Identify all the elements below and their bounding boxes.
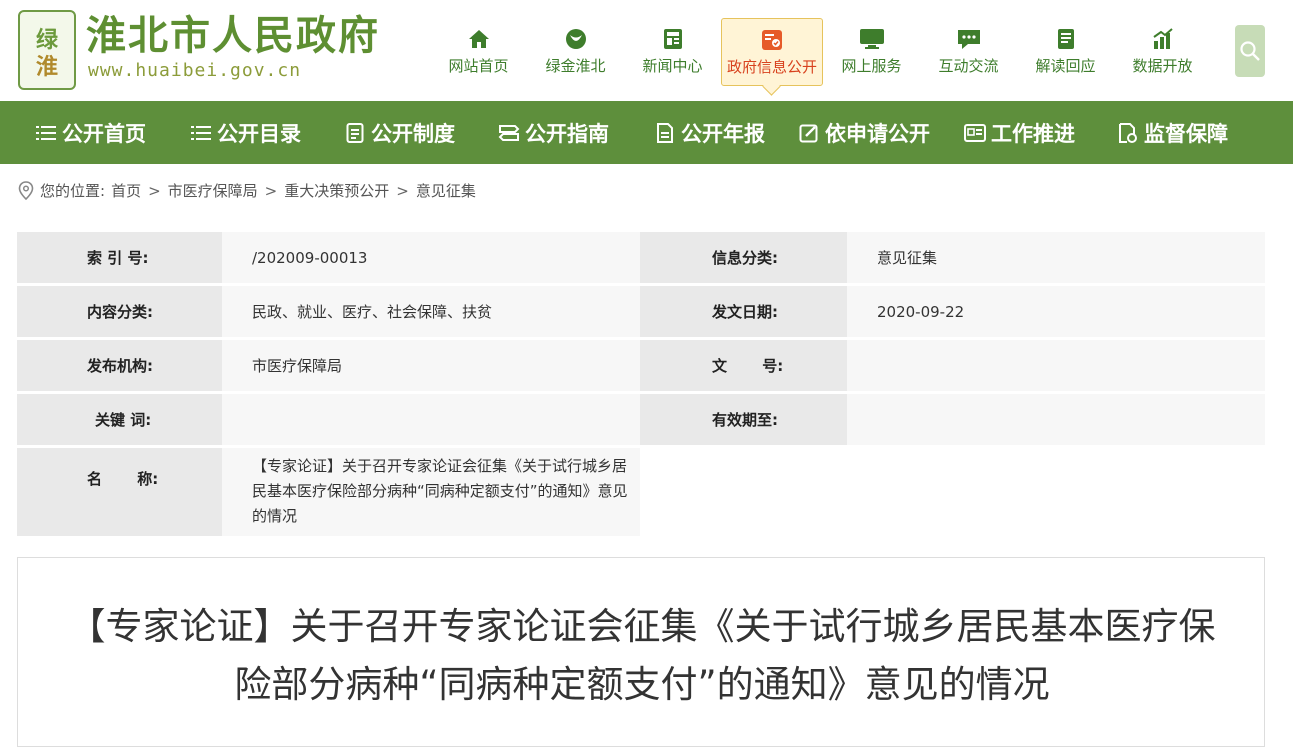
mainnav-open-guide[interactable]: 公开指南 <box>498 101 609 164</box>
mainnav-work-progress-label: 工作推进 <box>991 121 1075 146</box>
mainnav-open-catalog-label: 公开目录 <box>217 121 301 146</box>
info-row: 名 称: 【专家论证】关于召开专家论证会征集《关于试行城乡居民基本医疗保险部分病… <box>17 448 1265 536</box>
document-icon <box>344 122 366 144</box>
list-icon <box>190 122 212 144</box>
info-row: 发布机构: 市医疗保障局 文 号: <box>17 340 1265 394</box>
doc-number-label: 文 号: <box>640 340 847 391</box>
site-title[interactable]: 淮北市人民政府 <box>86 10 380 62</box>
article-title: 【专家论证】关于召开专家论证会征集《关于试行城乡居民基本医疗保险部分病种“同病种… <box>68 605 1216 706</box>
shield-doc-icon <box>1117 122 1139 144</box>
info-row: 索 引 号: /202009-00013 信息分类: 意见征集 <box>17 232 1265 286</box>
topnav-news-label: 新闻中心 <box>642 57 703 75</box>
info-row: 内容分类: 民政、就业、医疗、社会保障、扶贫 发文日期: 2020-09-22 <box>17 286 1265 340</box>
breadcrumb-prefix: 您的位置: <box>40 182 106 200</box>
topnav-gov-info-label: 政府信息公开 <box>726 58 817 76</box>
index-number-label: 索 引 号: <box>17 232 222 283</box>
topnav-interaction-label: 互动交流 <box>938 57 999 75</box>
topnav-lvjin[interactable]: 绿金淮北 <box>527 18 624 86</box>
breadcrumb-home[interactable]: 首页 <box>111 180 141 201</box>
issue-date-value: 2020-09-22 <box>847 286 1265 337</box>
edit-icon <box>798 122 820 144</box>
topnav-online-service-label: 网上服务 <box>841 57 902 75</box>
breadcrumb-opinion-collection[interactable]: 意见征集 <box>416 180 476 201</box>
search-icon <box>1240 41 1260 61</box>
topnav-interpret[interactable]: 解读回应 <box>1017 18 1114 86</box>
home-icon <box>466 26 492 52</box>
article-container: 【专家论证】关于召开专家论证会征集《关于试行城乡居民基本医疗保险部分病种“同病种… <box>17 557 1265 747</box>
topnav-home-label: 网站首页 <box>448 57 509 75</box>
mainnav-apply-disclosure[interactable]: 依申请公开 <box>798 101 930 164</box>
topnav-online-service[interactable]: 网上服务 <box>823 18 920 86</box>
topnav-interaction[interactable]: 互动交流 <box>920 18 1017 86</box>
publisher-value: 市医疗保障局 <box>222 340 640 391</box>
svg-text:绿: 绿 <box>36 27 59 53</box>
keywords-label: 关键 词: <box>17 394 222 445</box>
book-icon <box>1053 26 1079 52</box>
mainnav-open-catalog[interactable]: 公开目录 <box>190 101 301 164</box>
signpost-icon <box>498 122 520 144</box>
breadcrumb-separator: > <box>148 181 161 200</box>
content-category-label: 内容分类: <box>17 286 222 337</box>
doc-number-value <box>847 340 1265 391</box>
news-icon <box>660 26 686 52</box>
info-category-value: 意见征集 <box>847 232 1265 283</box>
mainnav-apply-disclosure-label: 依申请公开 <box>825 121 930 146</box>
mainnav-open-home-label: 公开首页 <box>62 121 146 146</box>
info-category-label: 信息分类: <box>640 232 847 283</box>
breadcrumb-separator: > <box>264 181 278 200</box>
content-category-value: 民政、就业、医疗、社会保障、扶贫 <box>222 286 640 337</box>
topnav-open-data[interactable]: 数据开放 <box>1114 18 1211 86</box>
mainnav-open-system-label: 公开制度 <box>371 121 455 146</box>
keywords-value <box>222 394 640 445</box>
location-pin-icon <box>18 180 34 201</box>
topnav-interpret-label: 解读回应 <box>1035 57 1096 75</box>
topnav-gov-info[interactable]: 政府信息公开 <box>721 18 823 86</box>
doc-name-value: 【专家论证】关于召开专家论证会征集《关于试行城乡居民基本医疗保险部分病种“同病种… <box>222 448 640 536</box>
mainnav-open-system[interactable]: 公开制度 <box>344 101 455 164</box>
mainnav-work-progress[interactable]: 工作推进 <box>964 101 1075 164</box>
top-nav: 网站首页 绿金淮北 新闻中心 政府信息公开 网上服务 互动交流 解读回应 数据开… <box>430 18 1211 86</box>
issue-date-label: 发文日期: <box>640 286 847 337</box>
breadcrumb-separator: > <box>396 181 409 200</box>
topnav-news[interactable]: 新闻中心 <box>624 18 721 86</box>
monitor-icon <box>859 26 885 52</box>
site-logo[interactable]: 绿 淮 <box>18 10 76 90</box>
publisher-label: 发布机构: <box>17 340 222 391</box>
logo-emblem-icon: 绿 淮 <box>36 27 59 80</box>
doc-name-label: 名 称: <box>17 448 222 536</box>
site-url: www.huaibei.gov.cn <box>88 60 302 81</box>
breadcrumb-medical-bureau[interactable]: 市医疗保障局 <box>168 180 258 201</box>
breadcrumb: 您的位置: 首页 > 市医疗保障局 > 重大决策预公开 > 意见征集 <box>18 180 476 201</box>
mainnav-supervision-label: 监督保障 <box>1144 121 1228 146</box>
site-header: 绿 淮 淮北市人民政府 www.huaibei.gov.cn 网站首页 绿金淮北… <box>0 0 1293 101</box>
mainnav-supervision[interactable]: 监督保障 <box>1117 101 1228 164</box>
info-row: 关键 词: 有效期至: <box>17 394 1265 448</box>
svg-text:淮: 淮 <box>36 54 58 80</box>
chat-icon <box>956 26 982 52</box>
valid-until-label: 有效期至: <box>640 394 847 445</box>
topnav-home[interactable]: 网站首页 <box>430 18 527 86</box>
index-number-value: /202009-00013 <box>222 232 640 283</box>
list-icon <box>35 122 57 144</box>
topnav-open-data-label: 数据开放 <box>1132 57 1193 75</box>
info-table: 索 引 号: /202009-00013 信息分类: 意见征集 内容分类: 民政… <box>17 232 1265 536</box>
topnav-lvjin-label: 绿金淮北 <box>545 57 606 75</box>
card-icon <box>964 122 986 144</box>
mainnav-annual-report[interactable]: 公开年报 <box>654 101 765 164</box>
breadcrumb-decision-preview[interactable]: 重大决策预公开 <box>284 180 389 201</box>
leaf-emblem-icon <box>563 26 589 52</box>
report-icon <box>654 122 676 144</box>
gov-info-icon <box>759 27 785 53</box>
main-nav: 公开首页 公开目录 公开制度 公开指南 公开年报 依申请公开 工作推进 监督保障 <box>0 101 1293 164</box>
chart-icon <box>1150 26 1176 52</box>
mainnav-open-home[interactable]: 公开首页 <box>35 101 146 164</box>
valid-until-value <box>847 394 1265 445</box>
search-button[interactable] <box>1235 25 1265 77</box>
mainnav-annual-report-label: 公开年报 <box>681 121 765 146</box>
mainnav-open-guide-label: 公开指南 <box>525 121 609 146</box>
